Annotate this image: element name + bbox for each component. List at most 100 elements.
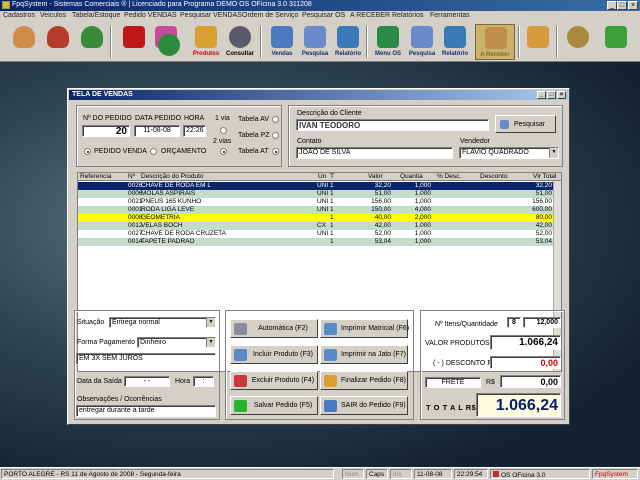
total-label: T O T A L R$ (426, 403, 477, 412)
observacoes-field[interactable]: entregar durante a tarde (76, 405, 216, 417)
pedido-venda-radio[interactable] (84, 148, 91, 155)
hora-saida-field[interactable]: : (193, 376, 214, 387)
toolbar-clientes-button[interactable] (6, 24, 42, 60)
toolbar-agenda-button[interactable] (156, 32, 182, 58)
toolbar-calculadora-button[interactable] (520, 24, 556, 60)
dialog-minimize-button[interactable]: _ (537, 91, 546, 99)
menu-pedido-vendas[interactable]: Pedido VENDAS (124, 12, 177, 19)
toolbar-financeiro-button[interactable] (560, 24, 596, 60)
two-copies-radio[interactable] (220, 148, 227, 155)
orcamento-radio[interactable] (150, 148, 157, 155)
table-row[interactable]: 0027 CHAVE DE RODA CRUZETA UNI 1 52,00 1,000 5… (78, 230, 554, 238)
two-copies-label: 2 vias (213, 138, 232, 145)
table-row[interactable]: 0012 VELAS BOCH CX 1 42,00 1,000 42,00 (78, 222, 554, 230)
toolbar-fornecedores-button[interactable] (40, 24, 76, 60)
one-copy-label: 1 via (215, 115, 230, 122)
seller-select[interactable]: FLAVIO QUADRADO ▼ (459, 147, 559, 159)
finalizar-pedido-button[interactable]: Finalizar Pedido (F8) (320, 371, 408, 390)
status-ins: Ins (390, 469, 412, 479)
cell-qtd: 4,000 (414, 206, 431, 213)
incluir-produto-button[interactable]: Incluir Produto (F3) (230, 345, 318, 364)
col-desconto: Desconto (480, 173, 508, 180)
excluir-produto-button[interactable]: Excluir Produto (F4) (230, 371, 318, 390)
cell-valor: 150,00 (371, 206, 391, 213)
status-num: Num (342, 469, 364, 479)
one-copy-radio[interactable] (220, 127, 227, 134)
cell-qtd: 1,000 (414, 222, 431, 229)
col-valor: Valor (368, 173, 383, 180)
sair-pedido-button[interactable]: SAIR do Pedido (F9) (320, 396, 408, 415)
menu-cadastros[interactable]: Cadastros (3, 12, 35, 19)
table-row[interactable]: 0008 GEOMETRIA 1 40,00 2,000 80,00 (78, 214, 554, 222)
imprimir-matricial-button[interactable]: Imprimir Matricial (F6) (320, 319, 409, 338)
order-date-field[interactable]: 11-08-08 (134, 125, 180, 137)
car-icon (123, 26, 145, 48)
cell-desc: PNEUS 165 KUNHO (141, 198, 202, 205)
menu-tabela-estoque[interactable]: Tabela/Estoque (72, 12, 120, 19)
toolbar-sair-button[interactable] (598, 24, 634, 60)
cell-qtd: 2,000 (414, 214, 431, 221)
menu-pesquisar-os[interactable]: Pesquisar OS (302, 12, 345, 19)
tabela-av-radio[interactable] (272, 116, 279, 123)
quantidade-field: 12,000 (523, 317, 561, 328)
desconto-label: ( - ) DESCONTO R$ (433, 360, 497, 367)
table-row[interactable]: 0026 CHAVE DE RODA EM L UNI 1 32,20 1,000 32,2… (78, 182, 554, 190)
table-row[interactable]: 0021 PNEUS 165 KUNHO UNI 1 156,00 1,000 156,00 (78, 198, 554, 206)
cell-valor: 156,00 (371, 198, 391, 205)
status-time: 22:29:54 (454, 469, 488, 479)
cell-desc: TAPETE PADRAO (141, 238, 195, 245)
situacao-select[interactable]: Entrega normal ▼ (109, 317, 216, 328)
coin-icon (567, 26, 589, 48)
table-row[interactable]: 0014 TAPETE PADRAO 1 53,04 1,000 53,04 (78, 238, 554, 246)
menu-veiculos[interactable]: Veiculos (40, 12, 66, 19)
maximize-button[interactable]: □ (617, 1, 627, 10)
forma-pagamento-select[interactable]: Dinheiro ▼ (137, 337, 216, 348)
cell-t: 1 (330, 182, 334, 189)
toolbar-consultar-button[interactable]: Consultar (222, 24, 258, 60)
contact-field[interactable]: JOÃO DE SILVA (296, 147, 453, 159)
tabela-pz-radio[interactable] (272, 132, 279, 139)
salvar-pedido-button[interactable]: Salvar Pedido (F5) (230, 396, 318, 415)
desconto-field[interactable]: 0,00 (490, 356, 561, 369)
client-field[interactable]: IVAN TEODORO (296, 119, 489, 131)
cell-desc: GEOMETRIA (141, 214, 181, 221)
toolbar-veiculos-button[interactable] (116, 24, 152, 60)
tabela-at-label: Tabela AT (238, 148, 269, 155)
order-number-field[interactable]: 20 (82, 125, 130, 137)
table-row[interactable]: 0006 MOLAS ASPIRAIS UNI 1 51,00 1,000 51,00 (78, 190, 554, 198)
order-time-field[interactable]: 22:26 (183, 125, 206, 137)
finalize-icon (324, 375, 337, 387)
toolbar-separator (556, 26, 558, 58)
order-time-label: HORA (184, 115, 205, 122)
valor-produtos-field: 1.066,24 (490, 335, 561, 350)
frete-field[interactable]: 0,00 (500, 375, 561, 388)
menu-a-receber[interactable]: A RECEBER (350, 12, 390, 19)
exit-door-icon (324, 400, 337, 412)
col-quantia: Quantia (400, 173, 423, 180)
dialog-title: TELA DE VENDAS (72, 91, 133, 98)
data-saida-field[interactable]: - - (124, 376, 170, 387)
menu-relatorios[interactable]: Relatórios (392, 12, 424, 19)
search-client-button[interactable]: Pesquisar (495, 115, 556, 133)
menu-pesquisar-vendas[interactable]: Pesquisar VENDAS (180, 12, 242, 19)
tabela-at-radio[interactable] (272, 148, 279, 155)
clock-icon (158, 34, 180, 56)
toolbar-funcionarios-button[interactable] (74, 24, 110, 60)
toolbar-relatorio-vendas-button[interactable]: Relatório (330, 24, 366, 60)
dialog-close-button[interactable]: × (557, 91, 566, 99)
toolbar-a-receber-button[interactable]: A Receber (475, 24, 515, 60)
imprimir-jato-button[interactable]: Imprimir na Jato (F7) (320, 345, 408, 364)
menu-ordem-servico[interactable]: Ordem de Serviço (242, 12, 298, 19)
table-row[interactable]: 0001 RODA LIGA LEVE UNI 1 150,00 4,000 600,00 (78, 206, 554, 214)
dialog-maximize-button[interactable]: □ (547, 91, 556, 99)
minimize-button[interactable]: _ (607, 1, 617, 10)
automatica-button[interactable]: Automática (F2) (230, 319, 318, 338)
close-button[interactable]: × (628, 1, 638, 10)
toolbar-relatorio-os-button[interactable]: Relatório (437, 24, 473, 60)
cell-t: 1 (330, 230, 334, 237)
cell-valor: 51,00 (374, 190, 391, 197)
condicao-field[interactable]: EM 3X SEM JUROS (76, 353, 216, 365)
grid-header: Referencia Nº Descrição do Produto Un T … (78, 173, 561, 181)
menu-ferramentas[interactable]: Ferramentas (430, 12, 470, 19)
status-caps: Caps (366, 469, 388, 479)
